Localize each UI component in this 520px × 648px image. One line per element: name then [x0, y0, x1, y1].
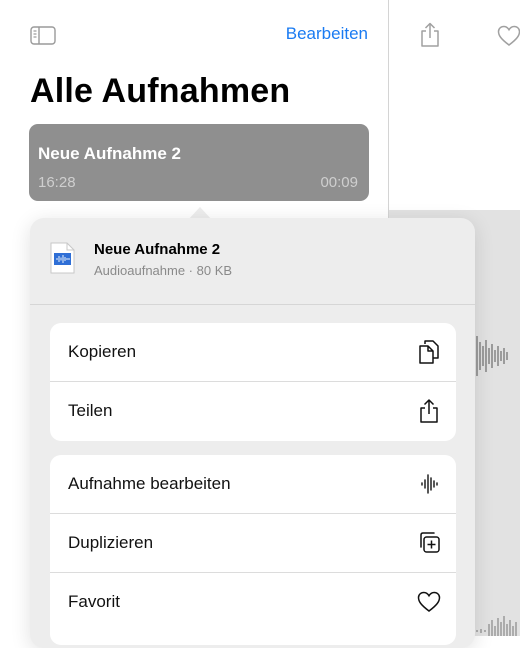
menu-item-duplicate[interactable]: Duplizieren [50, 514, 456, 573]
menu-item-label: Favorit [68, 592, 120, 611]
recording-time: 16:28 [38, 174, 76, 191]
waveform-icon [475, 334, 520, 378]
edit-button[interactable]: Bearbeiten [286, 24, 368, 44]
page-title: Alle Aufnahmen [30, 72, 291, 110]
header-divider [30, 304, 475, 305]
waveform-icon [416, 471, 442, 497]
share-icon[interactable] [419, 22, 441, 48]
menu-item-label: Kopieren [68, 342, 137, 361]
share-icon [416, 398, 442, 424]
menu-item-label: Duplizieren [68, 533, 154, 552]
waveform-icon [475, 612, 520, 636]
heart-icon[interactable] [497, 25, 520, 47]
recording-name: Neue Aufnahme 2 [38, 144, 181, 163]
menu-item-favorite[interactable]: Favorit [50, 573, 456, 631]
menu-item-share[interactable]: Teilen [50, 382, 456, 440]
context-menu-header: Neue Aufnahme 2 Audioaufnahme · 80 KB [30, 218, 475, 304]
menu-item-edit-recording[interactable]: Aufnahme bearbeiten [50, 455, 456, 514]
file-name: Neue Aufnahme 2 [94, 241, 221, 258]
detail-toolbar [389, 0, 520, 210]
file-meta: Audioaufnahme · 80 KB [94, 263, 233, 278]
heart-icon [416, 589, 442, 615]
menu-item-label: Aufnahme bearbeiten [68, 474, 231, 493]
menu-group-2: Aufnahme bearbeiten Duplizieren Favorit [50, 455, 456, 645]
sidebar-toggle-icon[interactable] [30, 26, 56, 45]
copy-icon [416, 339, 442, 365]
menu-item-label: Teilen [68, 401, 113, 420]
recording-duration: 00:09 [320, 174, 358, 191]
menu-group-1: Kopieren Teilen [50, 323, 456, 441]
recording-list-item[interactable]: Neue Aufnahme 2 16:28 00:09 [29, 124, 369, 201]
menu-item-copy[interactable]: Kopieren [50, 323, 456, 382]
duplicate-icon [416, 530, 442, 556]
context-menu: Neue Aufnahme 2 Audioaufnahme · 80 KB Ko… [30, 218, 475, 648]
audio-file-icon [50, 242, 75, 274]
